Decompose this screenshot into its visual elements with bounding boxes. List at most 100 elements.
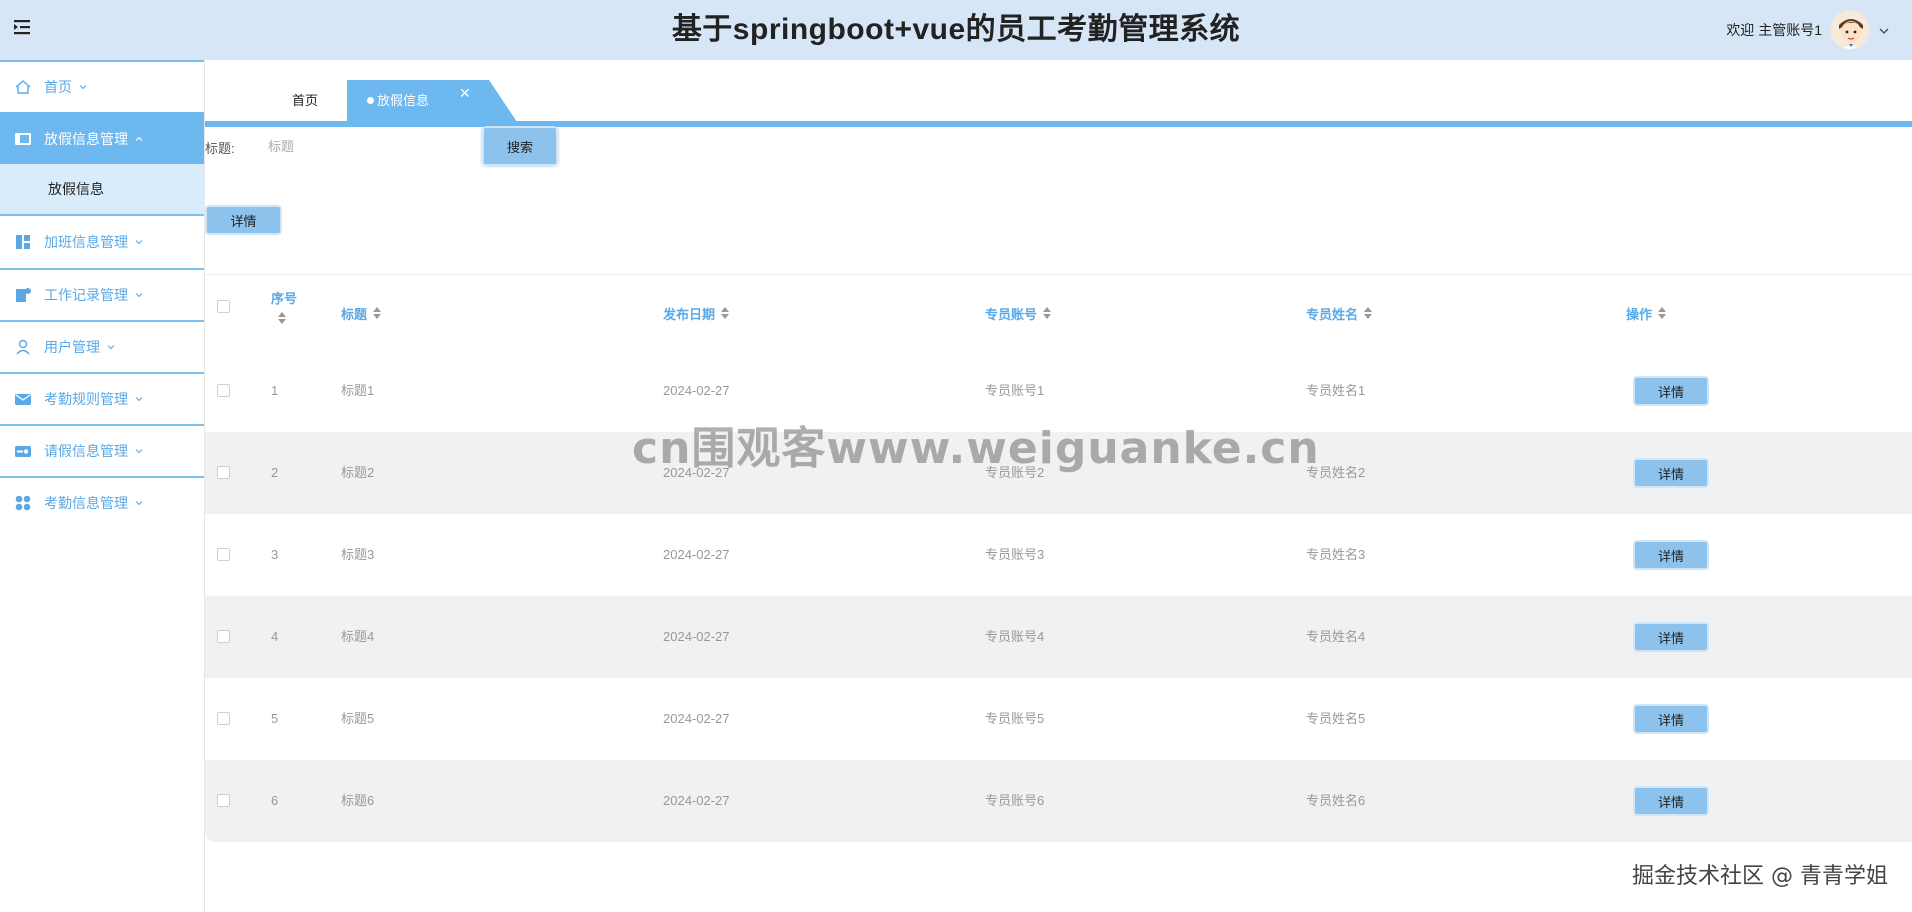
- tab-holiday-info[interactable]: 放假信息 ✕: [347, 80, 517, 122]
- avatar[interactable]: [1830, 10, 1870, 50]
- chevron-down-icon[interactable]: [1878, 24, 1890, 36]
- tab-underline: [205, 121, 1912, 127]
- sidebar: 首页 放假信息管理 放假信息 加班信息管理 工作记录管理 用户管理 考勤规则管理…: [0, 60, 205, 912]
- row-detail-button[interactable]: 详情: [1633, 704, 1709, 734]
- home-icon: [14, 78, 32, 96]
- note-icon: [14, 286, 32, 304]
- sort-icon[interactable]: [372, 306, 382, 320]
- cell-name: 专员姓名6: [1306, 793, 1366, 808]
- sidebar-item-overtime-management[interactable]: 加班信息管理: [0, 216, 204, 268]
- column-label: 专员账号: [985, 306, 1038, 322]
- column-header-date[interactable]: 发布日期: [663, 276, 730, 350]
- column-header-title[interactable]: 标题: [341, 276, 382, 350]
- user-icon: [14, 338, 32, 356]
- row-detail-button[interactable]: 详情: [1633, 540, 1709, 570]
- cell-index: 6: [271, 793, 279, 808]
- column-label: 标题: [341, 306, 368, 322]
- table-header: 序号 标题 发布日期 专员账号 专员姓名 操作: [205, 276, 1912, 350]
- cell-title: 标题1: [341, 383, 375, 398]
- sidebar-item-leave-management[interactable]: 请假信息管理: [0, 424, 204, 476]
- tab-home[interactable]: 首页: [265, 80, 345, 122]
- row-detail-button[interactable]: 详情: [1633, 622, 1709, 652]
- sort-icon[interactable]: [277, 311, 287, 325]
- cell-title: 标题2: [341, 465, 375, 480]
- column-header-account[interactable]: 专员账号: [985, 276, 1052, 350]
- sort-icon[interactable]: [1363, 306, 1373, 320]
- sort-icon[interactable]: [1042, 306, 1052, 320]
- cell-date: 2024-02-27: [663, 547, 730, 562]
- sidebar-item-label: 考勤规则管理: [44, 391, 128, 407]
- cell-title: 标题3: [341, 547, 375, 562]
- search-label: 标题:: [205, 141, 235, 156]
- row-detail-button[interactable]: 详情: [1633, 786, 1709, 816]
- chevron-up-icon: [134, 134, 144, 144]
- cell-index: 4: [271, 629, 279, 644]
- data-table: 序号 标题 发布日期 专员账号 专员姓名 操作 1 标题1 2024-02-27 专员…: [205, 276, 1912, 842]
- cell-date: 2024-02-27: [663, 793, 730, 808]
- sidebar-item-holiday-management[interactable]: 放假信息管理: [0, 112, 204, 164]
- close-icon[interactable]: ✕: [459, 86, 471, 100]
- column-header-action[interactable]: 操作: [1626, 276, 1667, 350]
- column-label: 专员姓名: [1306, 306, 1359, 322]
- detail-button[interactable]: 详情: [205, 205, 282, 235]
- cell-title: 标题6: [341, 793, 375, 808]
- sidebar-item-home[interactable]: 首页: [0, 60, 204, 112]
- chevron-down-icon: [134, 394, 144, 404]
- cell-account: 专员账号4: [985, 629, 1045, 644]
- tab-label-text: 放假信息: [377, 93, 430, 108]
- user-menu[interactable]: 欢迎 主管账号1: [1726, 6, 1890, 54]
- search-button[interactable]: 搜索: [482, 126, 558, 166]
- row-checkbox[interactable]: [217, 712, 230, 725]
- column-header-index[interactable]: 序号: [271, 288, 311, 325]
- dashboard-icon: [14, 233, 32, 251]
- watermark: cn围观客www.weiguanke.cn: [632, 423, 1320, 474]
- sidebar-subitem-holiday-info[interactable]: 放假信息: [0, 164, 204, 216]
- row-checkbox[interactable]: [217, 548, 230, 561]
- row-detail-button[interactable]: 详情: [1633, 458, 1709, 488]
- sidebar-item-user-management[interactable]: 用户管理: [0, 320, 204, 372]
- mail-icon: [14, 390, 32, 408]
- select-all-checkbox[interactable]: [217, 300, 230, 313]
- column-header-name[interactable]: 专员姓名: [1306, 276, 1373, 350]
- column-label: 序号: [271, 291, 298, 306]
- sidebar-item-label: 放假信息管理: [44, 131, 128, 147]
- chevron-down-icon: [134, 237, 144, 247]
- list-icon: [14, 130, 32, 148]
- cell-title: 标题5: [341, 711, 375, 726]
- app-title: 基于springboot+vue的员工考勤管理系统: [671, 13, 1241, 46]
- search-input[interactable]: [258, 130, 468, 162]
- row-checkbox[interactable]: [217, 794, 230, 807]
- sort-icon[interactable]: [1657, 306, 1667, 320]
- sidebar-item-label: 考勤信息管理: [44, 495, 128, 511]
- table-row: 6 标题6 2024-02-27 专员账号6 专员姓名6 详情: [205, 760, 1912, 842]
- cell-account: 专员账号5: [985, 711, 1045, 726]
- sidebar-item-label: 工作记录管理: [44, 287, 128, 303]
- row-checkbox[interactable]: [217, 384, 230, 397]
- sidebar-item-work-record-management[interactable]: 工作记录管理: [0, 268, 204, 320]
- grid-icon: [14, 494, 32, 512]
- top-header: 基于springboot+vue的员工考勤管理系统 欢迎 主管账号1: [0, 0, 1912, 60]
- row-checkbox[interactable]: [217, 466, 230, 479]
- table-row: 3 标题3 2024-02-27 专员账号3 专员姓名3 详情: [205, 514, 1912, 596]
- cell-date: 2024-02-27: [663, 629, 730, 644]
- cell-index: 5: [271, 711, 279, 726]
- sidebar-item-label: 用户管理: [44, 339, 100, 355]
- chevron-down-icon: [106, 342, 116, 352]
- table-row: 5 标题5 2024-02-27 专员账号5 专员姓名5 详情: [205, 678, 1912, 760]
- row-detail-button[interactable]: 详情: [1633, 376, 1709, 406]
- sidebar-item-attendance-info-management[interactable]: 考勤信息管理: [0, 476, 204, 528]
- card-icon: [14, 442, 32, 460]
- cell-name: 专员姓名5: [1306, 711, 1366, 726]
- sidebar-item-label: 请假信息管理: [44, 443, 128, 459]
- chevron-down-icon: [78, 82, 88, 92]
- table-row: 4 标题4 2024-02-27 专员账号4 专员姓名4 详情: [205, 596, 1912, 678]
- sort-icon[interactable]: [720, 306, 730, 320]
- cell-name: 专员姓名4: [1306, 629, 1366, 644]
- active-dot-icon: [367, 97, 374, 105]
- row-checkbox[interactable]: [217, 630, 230, 643]
- sidebar-item-label: 首页: [44, 79, 72, 95]
- chevron-down-icon: [134, 446, 144, 456]
- cell-account: 专员账号3: [985, 547, 1045, 562]
- sidebar-item-attendance-rule-management[interactable]: 考勤规则管理: [0, 372, 204, 424]
- divider: [205, 274, 1912, 275]
